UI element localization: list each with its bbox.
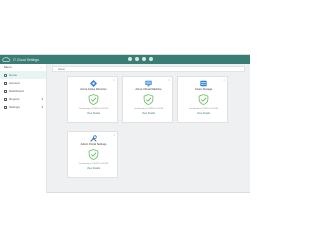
view-details-link[interactable]: View Details <box>68 112 119 115</box>
collapse-icon[interactable]: ‹ <box>41 65 42 69</box>
main-content: Home × Azure Active Directory Last backu… <box>47 64 250 193</box>
brand-name: IT Cloud Settings <box>13 57 39 62</box>
card-title: Azure Virtual Machine <box>135 88 162 91</box>
service-card-admin-portal: × Admin Portal Settings Last backup on 1… <box>67 131 118 178</box>
close-icon[interactable]: × <box>223 78 225 82</box>
sidebar-item-account[interactable]: Account <box>0 79 46 87</box>
sidebar-item-home[interactable]: Home <box>0 71 46 79</box>
shield-check-icon <box>198 94 209 105</box>
directory-diamond-icon <box>90 80 97 87</box>
card-description: Last backup on 1/24/23 at 2:00 PM <box>78 108 109 110</box>
card-description: Last backup on 1/24/23 at 2:00 PM <box>78 163 109 165</box>
sidebar-item-dashboard[interactable]: Dashboard <box>0 87 46 95</box>
sidebar: Menu ‹ Home Account Dashboard Reports ▾ <box>0 64 47 193</box>
sidebar-nav: Home Account Dashboard Reports ▾ Setting… <box>0 71 46 111</box>
help-icon[interactable] <box>135 57 139 61</box>
top-bar: IT Cloud Settings <box>0 55 250 64</box>
service-card-azure-ad: × Azure Active Directory Last backup on … <box>67 76 118 123</box>
close-icon[interactable]: × <box>113 78 115 82</box>
shield-check-icon <box>88 94 99 105</box>
chevron-down-icon: ▾ <box>41 97 43 101</box>
reports-icon <box>4 97 7 101</box>
sidebar-item-settings[interactable]: Settings ▾ <box>0 103 46 111</box>
sidebar-item-label: Home <box>9 73 18 77</box>
view-details-link[interactable]: View Details <box>68 167 119 170</box>
account-icon <box>4 81 7 85</box>
service-card-azure-storage: × Azure Storage Last backup on 1/24/23 a… <box>177 76 228 123</box>
user-icon[interactable] <box>149 57 153 61</box>
view-details-link[interactable]: View Details <box>123 112 174 115</box>
brand[interactable]: IT Cloud Settings <box>2 56 39 63</box>
home-icon <box>4 73 7 77</box>
sidebar-item-label: Settings <box>9 105 20 109</box>
sidebar-item-label: Account <box>9 81 20 85</box>
shield-check-icon <box>88 149 99 160</box>
sidebar-title: Menu <box>4 65 12 69</box>
cloud-logo-icon <box>2 57 11 62</box>
app-window: IT Cloud Settings Menu ‹ Home Account Da… <box>0 54 250 193</box>
card-title: Azure Active Directory <box>80 88 107 91</box>
view-details-link[interactable]: View Details <box>178 112 229 115</box>
card-title: Admin Portal Settings <box>80 143 107 146</box>
header-icons <box>128 57 153 61</box>
tools-icon <box>90 135 97 142</box>
dashboard-icon <box>4 89 7 93</box>
card-description: Last backup on 1/24/23 at 2:00 PM <box>133 108 164 110</box>
card-title: Azure Storage <box>194 88 213 91</box>
sidebar-item-label: Reports <box>9 97 20 101</box>
notifications-icon[interactable] <box>142 57 146 61</box>
virtual-machine-icon <box>145 80 152 87</box>
shield-check-icon <box>143 94 154 105</box>
sidebar-item-reports[interactable]: Reports ▾ <box>0 95 46 103</box>
sidebar-item-label: Dashboard <box>9 89 24 93</box>
close-icon[interactable]: × <box>168 78 170 82</box>
storage-icon <box>200 80 207 87</box>
service-card-azure-vm: × Azure Virtual Machine Last backup on 1… <box>122 76 173 123</box>
card-description: Last backup on 1/24/23 at 2:00 PM <box>188 108 219 110</box>
chevron-down-icon: ▾ <box>41 105 43 109</box>
close-icon[interactable]: × <box>113 133 115 137</box>
breadcrumb-item[interactable]: Home <box>58 68 65 71</box>
settings-icon[interactable] <box>128 57 132 61</box>
settings-icon <box>4 105 7 109</box>
breadcrumb: Home <box>52 66 245 72</box>
